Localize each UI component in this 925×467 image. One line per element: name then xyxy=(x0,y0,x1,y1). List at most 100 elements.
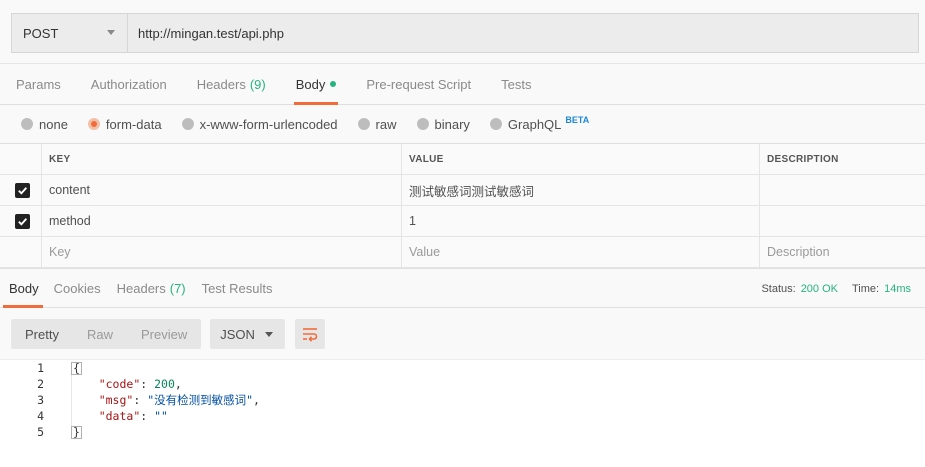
tab-label: Pre-request Script xyxy=(366,76,472,92)
radio-form-data[interactable]: form-data xyxy=(87,116,162,132)
active-dot-icon xyxy=(330,81,337,87)
value-input[interactable]: 测试敏感词测试敏感词 xyxy=(401,175,759,205)
description-input[interactable]: Description xyxy=(759,237,925,267)
tab-authorization[interactable]: Authorization xyxy=(76,64,182,104)
beta-badge: BETA xyxy=(565,115,590,125)
tab-tests[interactable]: Tests xyxy=(486,64,546,104)
tab-count: (9) xyxy=(249,76,266,92)
code-line: 5 } xyxy=(0,424,925,440)
description-input[interactable] xyxy=(759,175,925,205)
line-content: "msg": "没有检测到敏感词", xyxy=(98,393,260,407)
radio-icon xyxy=(21,118,33,130)
url-input[interactable]: http://mingan.test/api.php xyxy=(128,14,918,52)
json-key: "code" xyxy=(98,377,141,391)
radio-label: x-www-form-urlencoded xyxy=(199,116,338,132)
tab-label: Authorization xyxy=(90,76,167,92)
method-select[interactable]: POST xyxy=(12,14,128,52)
request-tabs: Params Authorization Headers (9) Body Pre… xyxy=(0,63,925,105)
response-body-viewer[interactable]: 1 { 2 "code": 200, 3 "msg": "没有检测到敏感词", … xyxy=(0,359,925,467)
header-key: KEY xyxy=(41,144,401,174)
line-number: 2 xyxy=(37,377,44,391)
tab-label: Body xyxy=(295,76,326,92)
table-header: KEY VALUE DESCRIPTION xyxy=(0,144,925,175)
radio-icon xyxy=(181,118,194,130)
line-content: } xyxy=(71,425,82,439)
table-row-new: Key Value Description xyxy=(0,237,925,268)
method-value: POST xyxy=(23,25,59,41)
key-input[interactable]: method xyxy=(41,206,401,236)
response-status: Status: 200 OK Time: 14ms xyxy=(761,269,911,309)
header-value: VALUE xyxy=(401,144,759,174)
radio-label: binary xyxy=(434,116,470,132)
time-value: 14ms xyxy=(884,283,911,295)
tab-headers[interactable]: Headers (9) xyxy=(182,64,281,104)
tab-response-headers[interactable]: Headers (7) xyxy=(109,269,194,307)
line-number: 4 xyxy=(37,409,44,423)
tab-cookies[interactable]: Cookies xyxy=(46,269,109,307)
json-value: 200 xyxy=(154,377,175,391)
line-content: { xyxy=(71,361,82,375)
status-value: 200 OK xyxy=(800,283,838,295)
line-number: 1 xyxy=(37,361,44,375)
key-input[interactable]: Key xyxy=(41,237,401,267)
radio-icon xyxy=(357,118,370,130)
row-checkbox[interactable] xyxy=(0,206,41,236)
tab-params[interactable]: Params xyxy=(0,64,76,104)
wrap-lines-icon xyxy=(303,328,318,342)
radio-label: form-data xyxy=(105,116,162,132)
line-content: "code": 200, xyxy=(98,377,182,391)
row-checkbox[interactable] xyxy=(0,175,41,205)
tab-response-body[interactable]: Body xyxy=(0,269,46,308)
json-value: "没有检测到敏感词" xyxy=(147,393,254,407)
line-content: "data": "" xyxy=(98,409,168,423)
tab-body[interactable]: Body xyxy=(281,64,352,105)
tab-label: Body xyxy=(9,280,39,296)
code-line: 2 "code": 200, xyxy=(0,376,925,392)
json-key: "msg" xyxy=(98,393,134,407)
chevron-down-icon xyxy=(107,30,115,35)
table-row: content 测试敏感词测试敏感词 xyxy=(0,175,925,206)
checkbox-checked-icon xyxy=(15,182,30,198)
format-value: JSON xyxy=(220,326,255,342)
request-bar: POST http://mingan.test/api.php xyxy=(11,13,919,53)
format-select[interactable]: JSON xyxy=(210,319,286,349)
radio-icon xyxy=(489,118,502,130)
description-input[interactable] xyxy=(759,206,925,236)
key-input[interactable]: content xyxy=(41,175,401,205)
value-input[interactable]: 1 xyxy=(401,206,759,236)
tab-label: Tests xyxy=(501,76,532,92)
code-line: 1 { xyxy=(0,360,925,376)
tab-count: (7) xyxy=(169,280,186,296)
radio-label: raw xyxy=(375,116,397,132)
preview-button[interactable]: Preview xyxy=(127,319,201,349)
view-mode-group: Pretty Raw Preview xyxy=(11,319,202,349)
checkbox-checked-icon xyxy=(15,213,30,229)
raw-button[interactable]: Raw xyxy=(73,319,127,349)
tab-label: Cookies xyxy=(53,280,101,296)
tab-pre-request-script[interactable]: Pre-request Script xyxy=(351,64,486,104)
chevron-down-icon xyxy=(265,332,274,337)
radio-raw[interactable]: raw xyxy=(357,116,397,132)
line-number: 5 xyxy=(37,425,44,439)
line-number: 3 xyxy=(37,393,44,407)
pretty-button[interactable]: Pretty xyxy=(11,319,73,349)
json-key: "data" xyxy=(98,409,141,423)
response-tabs: Body Cookies Headers (7) Test Results Sta… xyxy=(0,268,925,308)
row-checkbox-empty xyxy=(0,237,41,267)
tab-test-results[interactable]: Test Results xyxy=(194,269,281,307)
radio-none[interactable]: none xyxy=(21,117,68,132)
radio-binary[interactable]: binary xyxy=(416,116,470,132)
close-brace: } xyxy=(71,425,82,439)
value-input[interactable]: Value xyxy=(401,237,759,267)
url-value: http://mingan.test/api.php xyxy=(138,25,284,41)
header-description: DESCRIPTION xyxy=(759,144,925,174)
code-line: 3 "msg": "没有检测到敏感词", xyxy=(0,392,925,408)
tab-label: Params xyxy=(16,76,61,92)
radio-x-www-form-urlencoded[interactable]: x-www-form-urlencoded xyxy=(181,116,338,132)
radio-label: GraphQL xyxy=(507,116,562,132)
radio-icon xyxy=(416,118,429,130)
radio-graphql[interactable]: GraphQL BETA xyxy=(489,115,590,132)
wrap-lines-button[interactable] xyxy=(295,319,326,349)
radio-selected-icon xyxy=(87,118,100,130)
response-toolbar: Pretty Raw Preview JSON xyxy=(11,319,326,349)
